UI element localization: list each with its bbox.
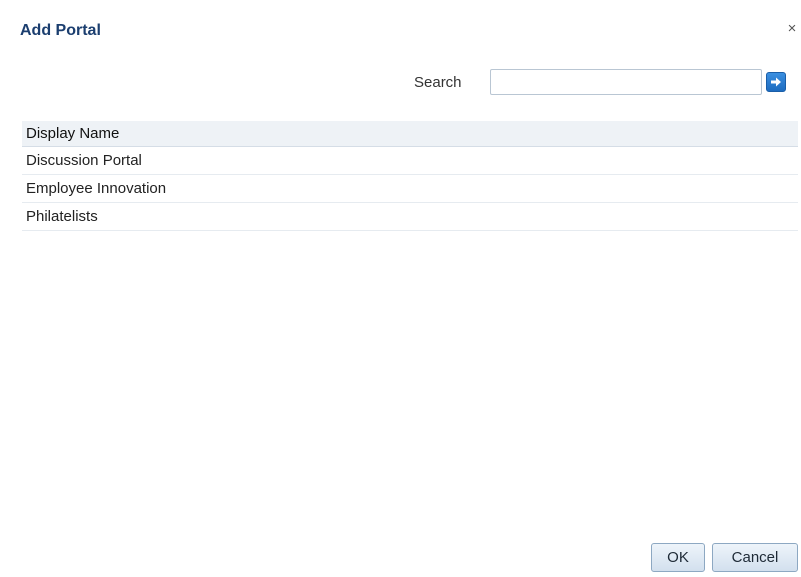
table-row[interactable]: Philatelists [22,203,798,231]
portal-table: Display Name Discussion Portal Employee … [22,121,798,231]
table-row[interactable]: Discussion Portal [22,147,798,175]
column-header-display-name[interactable]: Display Name [22,121,798,147]
dialog-title: Add Portal [20,22,101,39]
ok-button[interactable]: OK [651,543,705,572]
search-input[interactable] [490,69,762,95]
cancel-button[interactable]: Cancel [712,543,798,572]
search-label: Search [414,74,462,91]
add-portal-dialog: Add Portal × Search Display Name Discuss… [0,0,801,577]
close-icon[interactable]: × [786,20,798,38]
arrow-right-icon [767,73,785,91]
table-row[interactable]: Employee Innovation [22,175,798,203]
search-go-button[interactable] [766,72,786,92]
